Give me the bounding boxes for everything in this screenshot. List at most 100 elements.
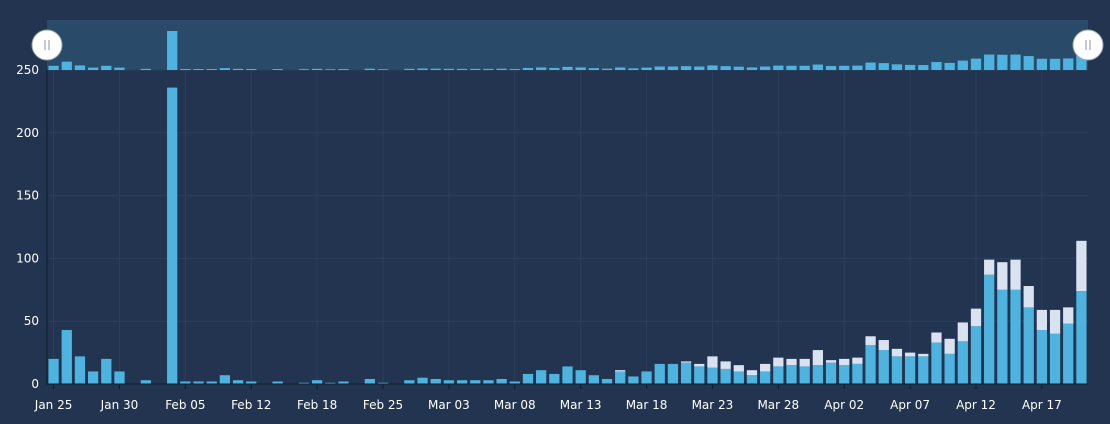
navigator-bar xyxy=(272,69,283,70)
navigator-bar xyxy=(562,66,573,70)
bar-primary xyxy=(904,356,916,384)
handle-circle[interactable] xyxy=(31,29,63,61)
bar-primary xyxy=(101,358,112,384)
navigator-bar xyxy=(918,65,929,70)
navigator-bar xyxy=(957,60,968,70)
navigator-bar xyxy=(219,68,231,70)
navigator-bar xyxy=(1049,58,1061,70)
bar-primary xyxy=(707,367,718,384)
bar-secondary xyxy=(1049,309,1061,334)
bar-primary xyxy=(61,329,72,384)
bar-primary xyxy=(588,375,599,384)
bar-primary xyxy=(417,377,428,384)
navigator-bar xyxy=(720,66,731,70)
navigator-bar xyxy=(483,68,494,70)
navigator-bar xyxy=(904,64,916,70)
navigator-bar xyxy=(786,65,797,70)
navigator-bar xyxy=(746,67,758,70)
navigator-bar xyxy=(338,69,349,70)
bar-secondary xyxy=(931,332,942,343)
bar-secondary xyxy=(786,358,797,366)
navigator-bar xyxy=(48,65,59,70)
navigator-bar xyxy=(298,69,310,70)
bar-primary xyxy=(404,380,415,384)
navigator-bar xyxy=(364,68,375,70)
navigator-bar xyxy=(140,68,151,70)
navigator-bar xyxy=(114,67,125,70)
navigator-bar xyxy=(74,65,86,70)
navigator-bar xyxy=(456,68,468,70)
bar-primary xyxy=(522,373,534,384)
navigator-bar xyxy=(1010,54,1021,70)
navigator-bar xyxy=(509,69,520,70)
navigator-bar xyxy=(997,54,1008,70)
bar-primary xyxy=(87,371,99,384)
bar-primary xyxy=(562,366,573,384)
navigator-bar xyxy=(588,68,599,70)
bar-secondary xyxy=(825,360,837,363)
navigator-bar xyxy=(180,69,191,70)
bar-primary xyxy=(1010,289,1021,384)
navigator-bar xyxy=(984,54,995,70)
bar-primary xyxy=(760,371,771,384)
bar-secondary xyxy=(891,348,903,357)
navigator-bar xyxy=(430,68,441,70)
bar-secondary xyxy=(746,370,758,376)
y-tick-label: 100 xyxy=(16,251,39,265)
bar-primary xyxy=(799,366,810,384)
navigator-bar xyxy=(522,67,534,70)
bar-primary xyxy=(839,365,850,384)
bar-secondary xyxy=(865,336,876,346)
navigator-bar xyxy=(87,67,99,70)
navigator-bar xyxy=(812,64,824,70)
bar-primary xyxy=(615,371,626,384)
bar-secondary xyxy=(720,361,731,369)
bar-primary xyxy=(1049,333,1061,384)
navigator-bar xyxy=(891,64,903,70)
navigator-bar xyxy=(799,65,810,70)
bar-primary xyxy=(891,356,903,384)
chart-area: 0 50 100 150 200 250 Jan 25 Jan 30 Feb 05 Feb 12 F… xyxy=(0,0,1110,420)
navigator-bar xyxy=(667,66,679,70)
bar-secondary xyxy=(760,363,771,372)
bar-secondary xyxy=(957,322,968,342)
x-tick-label: Jan 25 xyxy=(34,398,73,412)
navigator-bar xyxy=(944,62,955,70)
bar-primary xyxy=(957,341,968,384)
bar-primary xyxy=(654,363,665,384)
navigator-bar xyxy=(628,68,639,70)
navigator-bar xyxy=(246,69,257,70)
handle-circle[interactable] xyxy=(1072,29,1104,61)
bar-primary xyxy=(733,371,744,384)
navigator-bar xyxy=(852,65,863,70)
navigator-bar xyxy=(760,66,771,70)
bar-primary xyxy=(114,371,125,384)
bar-primary xyxy=(878,350,889,384)
bar-secondary xyxy=(707,356,718,368)
navigator-bar xyxy=(733,66,744,70)
bar-primary xyxy=(456,380,468,384)
navigator-handle-right[interactable] xyxy=(1072,29,1104,61)
navigator-bar xyxy=(101,65,112,70)
bar-primary xyxy=(984,274,995,384)
bar-primary xyxy=(918,356,929,384)
bar-primary xyxy=(720,368,731,384)
bar-primary xyxy=(931,342,942,384)
navigator-bar xyxy=(193,69,204,70)
navigator-bar xyxy=(1036,58,1048,70)
bar-primary xyxy=(167,87,178,385)
bar-primary xyxy=(773,366,784,384)
bar-primary xyxy=(470,380,481,384)
x-tick-label: Apr 02 xyxy=(824,398,864,412)
bar-primary xyxy=(865,345,876,384)
bar-primary xyxy=(219,375,231,384)
x-tick-label: Feb 12 xyxy=(231,398,271,412)
navigator-bar xyxy=(496,68,507,70)
navigator-bar xyxy=(443,68,455,70)
navigator-handle-left[interactable] xyxy=(31,29,63,61)
bar-secondary xyxy=(773,357,784,367)
bar-secondary xyxy=(944,338,955,354)
x-tick-label: Mar 13 xyxy=(560,398,602,412)
navigator-bar xyxy=(470,68,481,70)
x-tick-labels: Jan 25 Jan 30 Feb 05 Feb 12 Feb 18 Feb 25 Mar … xyxy=(34,384,1062,412)
